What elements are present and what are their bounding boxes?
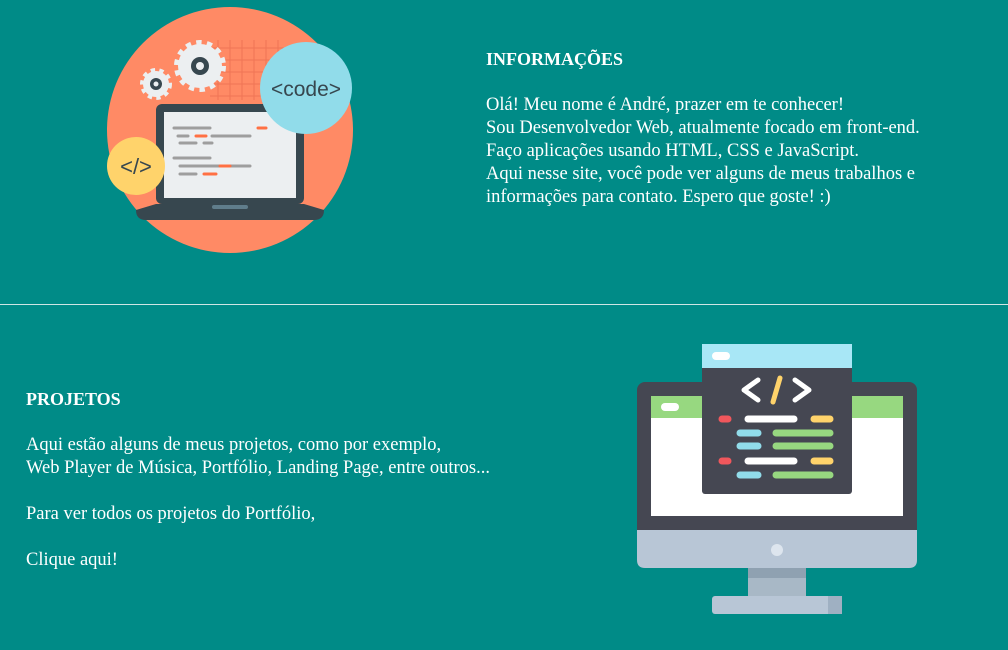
tag-badge-label: </> (120, 154, 152, 179)
info-heading: INFORMAÇÕES (486, 49, 624, 69)
monitor-icon (637, 344, 917, 614)
code-badge-label: <code> (271, 78, 341, 101)
info-line: Olá! Meu nome é André, prazer em te conh… (486, 95, 845, 115)
projects-text-block: PROJETOS Aqui estão alguns de meus proje… (26, 388, 490, 572)
info-text-block: INFORMAÇÕES Olá! Meu nome é André, praze… (486, 48, 920, 209)
projects-heading: PROJETOS (26, 389, 121, 409)
portfolio-text: Para ver todos os projetos do Portfólio, (26, 504, 316, 524)
info-line: Sou Desenvolvedor Web, atualmente focado… (486, 118, 920, 138)
tag-badge: </> (107, 137, 165, 195)
code-badge: <code> (260, 42, 352, 134)
gear-icon (174, 40, 226, 92)
info-line: informações para contato. Espero que gos… (486, 187, 831, 207)
portfolio-link[interactable]: Clique aqui! (26, 549, 490, 572)
info-line: Aqui nesse site, você pode ver alguns de… (486, 164, 915, 184)
info-section: <code> </> INFORMAÇÕES Olá! Meu nome é A… (0, 0, 1008, 304)
laptop-code-illustration: <code> </> (107, 7, 353, 253)
projects-line: Web Player de Música, Portfólio, Landing… (26, 458, 490, 478)
small-gear-icon (140, 68, 172, 100)
projects-line: Aqui estão alguns de meus projetos, como… (26, 435, 442, 455)
info-line: Faço aplicações usando HTML, CSS e JavaS… (486, 141, 860, 161)
monitor-code-illustration (637, 344, 917, 614)
